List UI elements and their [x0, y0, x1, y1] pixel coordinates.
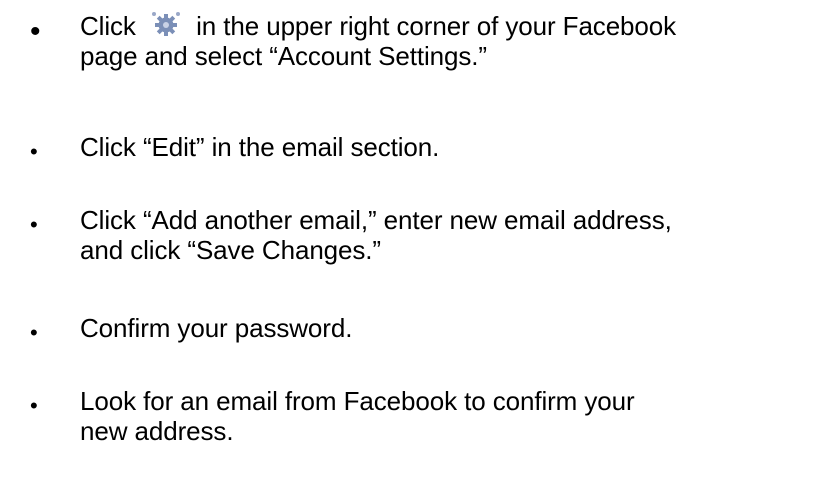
bullet-marker: • [30, 393, 38, 418]
list-item-line: Confirm your password. [80, 313, 353, 343]
list-item-text: Click “Add another email,” enter new ema… [80, 205, 815, 265]
list-item-text: Look for an email from Facebook to confi… [80, 386, 815, 446]
bullet-marker: • [30, 320, 38, 345]
gear-icon [149, 10, 183, 38]
list-item-line: Look for an email from Facebook to confi… [80, 386, 635, 416]
list-item-line: page and select “Account Settings.” [80, 41, 487, 71]
list-item-line: Click “Add another email,” enter new ema… [80, 205, 672, 235]
bullet-marker: • [30, 15, 41, 48]
bullet-marker: • [30, 212, 38, 237]
bullet-marker: • [30, 139, 38, 164]
list-item-line: Click in the upper right corner of your … [80, 10, 815, 41]
list-item-line: and click “Save Changes.” [80, 235, 381, 265]
list-item-text: Click “Edit” in the email section. [80, 132, 815, 162]
list-item-text-before-icon: Click [80, 11, 143, 41]
list-item-line: Click “Edit” in the email section. [80, 132, 440, 162]
list-item-text-after-icon: in the upper right corner of your Facebo… [188, 11, 677, 41]
list-item-text: Click in the upper right corner of your … [80, 10, 815, 71]
list-item-text: Confirm your password. [80, 313, 815, 343]
list-item-line: new address. [80, 416, 234, 446]
instruction-slide: • Click in the upper right corner of you… [0, 0, 821, 489]
